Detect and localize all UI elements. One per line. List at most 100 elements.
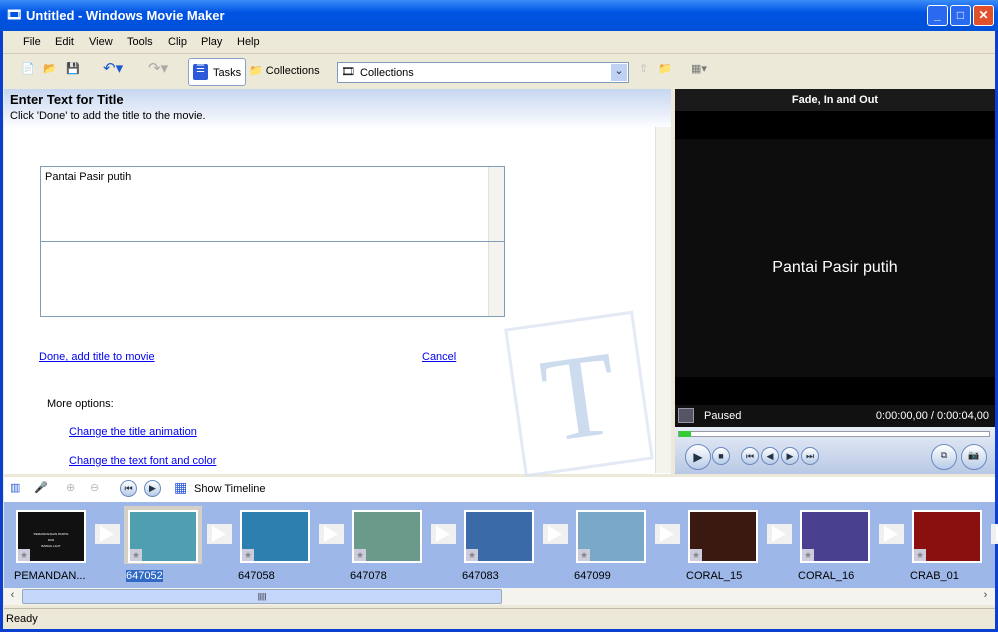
effect-star-icon[interactable]: ★ [18, 549, 30, 561]
menu-bar: File Edit View Tools Clip Play Help [3, 31, 995, 54]
done-link[interactable]: Done, add title to movie [39, 351, 155, 363]
maximize-button[interactable]: □ [950, 5, 971, 26]
seek-bar[interactable] [678, 431, 990, 437]
stop-button[interactable]: ■ [712, 447, 730, 465]
transition-slot[interactable] [767, 524, 792, 544]
text-scrollbar[interactable] [488, 167, 504, 241]
page-title: Enter Text for Title [10, 92, 124, 107]
narrate-microphone-icon[interactable]: 🎤 [34, 481, 48, 494]
collections-label: Collections [265, 65, 320, 77]
effect-star-icon[interactable]: ★ [466, 549, 478, 561]
clip-name[interactable]: 647078 [350, 570, 387, 582]
transition-slot[interactable] [991, 524, 998, 544]
effect-star-icon[interactable]: ★ [242, 549, 254, 561]
change-animation-link[interactable]: Change the title animation [69, 426, 197, 438]
menu-view[interactable]: View [89, 36, 113, 48]
menu-play[interactable]: Play [201, 36, 222, 48]
transition-slot[interactable] [431, 524, 456, 544]
clip-thumbnail[interactable]: ★ [128, 510, 198, 563]
menu-file[interactable]: File [23, 36, 41, 48]
effect-star-icon[interactable]: ★ [130, 549, 142, 561]
zoom-out-icon[interactable]: ⊖ [90, 481, 99, 494]
scroll-right-icon[interactable]: › [978, 589, 993, 604]
storyboard-scrollbar[interactable]: ‹ |||| › [4, 588, 995, 605]
preview-monitor: Fade, In and Out Pantai Pasir putih Paus… [675, 89, 995, 474]
save-icon[interactable]: 💾 [66, 62, 80, 75]
tasks-button[interactable]: ☰ Tasks [188, 58, 246, 86]
transition-slot[interactable] [655, 524, 680, 544]
minimize-button[interactable]: _ [927, 5, 948, 26]
subtitle-text-input[interactable] [40, 241, 505, 317]
up-folder-icon[interactable]: ⇧ [639, 62, 648, 75]
collections-dropdown[interactable]: 🎞 Collections ⌄ [337, 62, 629, 83]
seek-thumb[interactable] [679, 431, 691, 437]
clip-name[interactable]: 647058 [238, 570, 275, 582]
title-watermark-icon: T [504, 310, 654, 478]
clip-thumbnail[interactable]: ★ [352, 510, 422, 563]
clip-name[interactable]: PEMANDAN... [14, 570, 86, 582]
preview-title: Fade, In and Out [675, 89, 995, 111]
menu-tools[interactable]: Tools [127, 36, 153, 48]
scroll-thumb[interactable]: |||| [22, 589, 502, 604]
transition-slot[interactable] [95, 524, 120, 544]
set-audio-levels-icon[interactable]: ▥ [10, 481, 20, 494]
playback-time: 0:00:00,00 / 0:00:04,00 [875, 410, 989, 422]
new-project-icon[interactable]: 📄 [21, 62, 35, 75]
show-timeline-button[interactable]: Show Timeline [194, 483, 266, 495]
rewind-button[interactable]: ◀ [761, 447, 779, 465]
next-frame-button[interactable]: ⏭ [801, 447, 819, 465]
clip-thumbnail[interactable]: ★ [464, 510, 534, 563]
effect-star-icon[interactable]: ★ [690, 549, 702, 561]
menu-edit[interactable]: Edit [55, 36, 74, 48]
clip-thumbnail[interactable]: ★ [800, 510, 870, 563]
text-scrollbar-2[interactable] [488, 242, 504, 316]
clip-thumbnail[interactable]: ★ [576, 510, 646, 563]
clip-name[interactable]: CORAL_15 [686, 570, 742, 582]
title-text-input[interactable]: Pantai Pasir putih [40, 166, 505, 242]
transition-slot[interactable] [543, 524, 568, 544]
effect-star-icon[interactable]: ★ [354, 549, 366, 561]
clip-name[interactable]: CRAB_01 [910, 570, 959, 582]
storyboard-toolbar: ▥ 🎤 ⊕ ⊖ ⏮ ▶ ▦ Show Timeline [4, 477, 995, 502]
open-project-icon[interactable]: 📂 [43, 62, 57, 75]
status-text: Ready [6, 613, 38, 625]
clip-name[interactable]: 647052 [126, 570, 163, 582]
effect-star-icon[interactable]: ★ [802, 549, 814, 561]
change-font-link[interactable]: Change the text font and color [69, 455, 216, 467]
menu-help[interactable]: Help [237, 36, 260, 48]
tasks-icon: ☰ [193, 64, 208, 80]
views-icon[interactable]: ▦▾ [691, 62, 707, 75]
scroll-left-icon[interactable]: ‹ [5, 589, 20, 604]
tasks-label: Tasks [213, 67, 242, 79]
clip-thumbnail[interactable]: ★ [240, 510, 310, 563]
zoom-in-icon[interactable]: ⊕ [66, 481, 75, 494]
undo-icon[interactable]: ↶▾ [103, 59, 123, 77]
rewind-storyboard-icon[interactable]: ⏮ [120, 480, 137, 497]
new-folder-icon[interactable]: 📁 [658, 62, 672, 75]
effect-star-icon[interactable]: ★ [578, 549, 590, 561]
clip-thumbnail[interactable]: PEMANDANGAN PANTAI DAN BAWAH LAUT ★ [16, 510, 86, 563]
collections-button[interactable]: 📁 Collections [249, 64, 320, 77]
clip-thumbnail[interactable]: ★ [688, 510, 758, 563]
transition-slot[interactable] [879, 524, 904, 544]
play-button[interactable]: ▶ [685, 444, 711, 470]
transition-slot[interactable] [207, 524, 232, 544]
redo-icon[interactable]: ↷▾ [148, 59, 168, 77]
effect-star-icon[interactable]: ★ [914, 549, 926, 561]
transition-slot[interactable] [319, 524, 344, 544]
menu-clip[interactable]: Clip [168, 36, 187, 48]
clip-name[interactable]: CORAL_16 [798, 570, 854, 582]
snapshot-camera-icon[interactable]: 📷 [961, 444, 987, 470]
split-button[interactable]: ⧉ [931, 444, 957, 470]
clip-name[interactable]: 647099 [574, 570, 611, 582]
window-title: Untitled - Windows Movie Maker [26, 8, 225, 23]
forward-button[interactable]: ▶ [781, 447, 799, 465]
chevron-down-icon[interactable]: ⌄ [611, 64, 627, 81]
previous-frame-button[interactable]: ⏮ [741, 447, 759, 465]
play-storyboard-icon[interactable]: ▶ [144, 480, 161, 497]
clip-thumbnail[interactable]: ★ [912, 510, 982, 563]
pane-scrollbar[interactable] [655, 127, 671, 473]
close-button[interactable]: ✕ [973, 5, 994, 26]
cancel-link[interactable]: Cancel [422, 351, 456, 363]
clip-name[interactable]: 647083 [462, 570, 499, 582]
